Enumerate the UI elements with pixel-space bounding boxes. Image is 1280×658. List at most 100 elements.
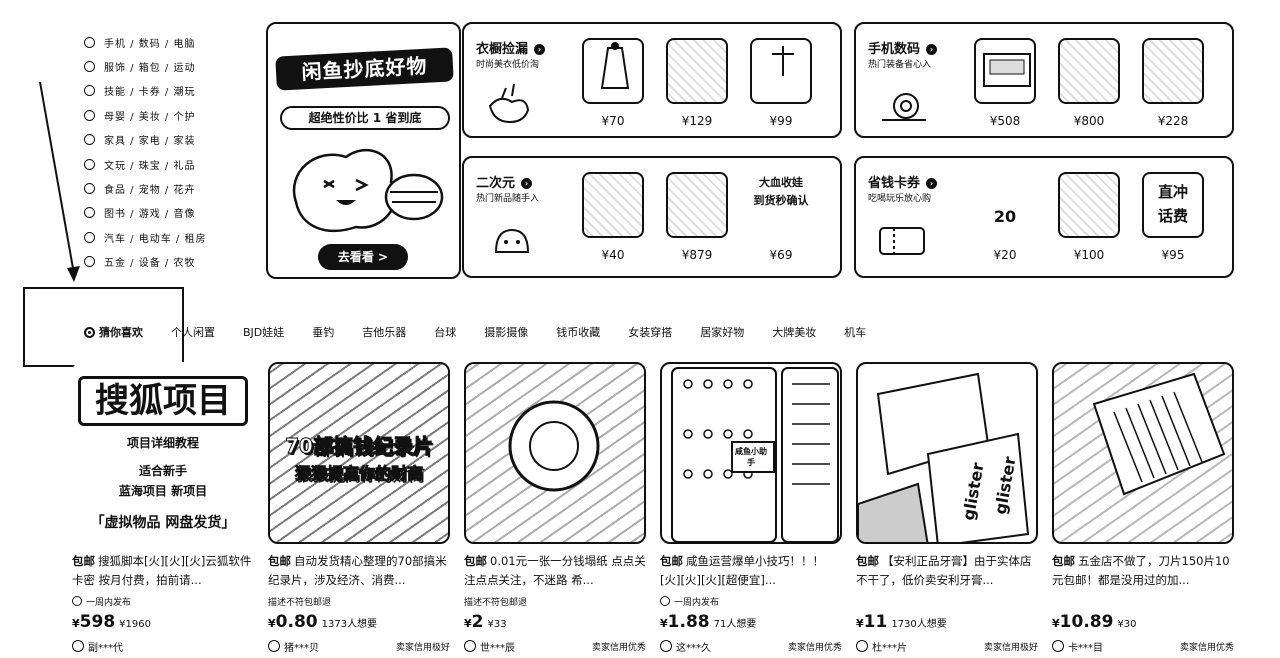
- shipping-tag: 包邮: [72, 554, 95, 568]
- category-card-digital[interactable]: 手机数码 › 热门装备省心入 ¥508 ¥800 ¥228: [854, 22, 1234, 138]
- tab-billiards[interactable]: 台球: [434, 324, 456, 340]
- product-title: 咸鱼运营爆单小技巧！！！[火][火][火][超便宜]...: [660, 554, 824, 587]
- product-card[interactable]: glister glister 包邮 【安利正品牙膏】由于实体店不干了，低价卖安利…: [856, 362, 1038, 654]
- thumb-label: 直冲 话费: [1157, 183, 1188, 225]
- product-thumb[interactable]: 大血收娃 到货秒确认 ¥69: [750, 172, 812, 262]
- category-label[interactable]: 服饰 / 箱包 / 运动: [104, 59, 195, 74]
- category-label[interactable]: 手机 / 数码 / 电脑: [104, 35, 195, 50]
- banner-subtitle: 超绝性价比 1 省到底: [280, 106, 450, 130]
- category-label[interactable]: 汽车 / 电动车 / 租房: [104, 230, 206, 245]
- product-thumb[interactable]: ¥879: [666, 172, 728, 262]
- product-card[interactable]: 咸鱼小助手 包邮 咸鱼运营爆单小技巧！！！[火][火][火][超便宜]... 一周…: [660, 362, 842, 654]
- home-icon: [84, 134, 95, 146]
- tab-beauty[interactable]: 大牌美妆: [772, 324, 816, 340]
- category-row[interactable]: 食品 / 宠物 / 花卉: [84, 176, 254, 200]
- tab-motorcycle[interactable]: 机车: [844, 324, 866, 340]
- banner-button[interactable]: 去看看 >: [318, 244, 408, 270]
- product-meta: 描述不符包邮退: [268, 597, 332, 608]
- product-price: 0.80: [275, 612, 318, 632]
- car-icon: [84, 231, 95, 243]
- product-title: 【安利正品牙膏】由于实体店不干了，低价卖安利牙膏...: [856, 554, 1032, 587]
- thumb-price: ¥129: [681, 114, 713, 128]
- product-wants: 1373人想要: [321, 619, 378, 630]
- ticket-icon: [879, 227, 925, 255]
- category-row[interactable]: 母婴 / 美妆 / 个护: [84, 103, 254, 127]
- product-thumb[interactable]: ¥129: [666, 38, 728, 128]
- tab-home-goods[interactable]: 居家好物: [700, 324, 744, 340]
- tab-bjd[interactable]: BJD娃娃: [243, 324, 284, 340]
- category-label[interactable]: 技能 / 卡券 / 潮玩: [104, 83, 195, 98]
- thumb-price: ¥508: [989, 114, 1021, 128]
- seller-name[interactable]: 卡***目: [1068, 639, 1180, 654]
- thumb-image: [1142, 38, 1204, 104]
- category-row[interactable]: 手机 / 数码 / 电脑: [84, 30, 254, 54]
- category-row[interactable]: 图书 / 游戏 / 音像: [84, 201, 254, 225]
- card-subtitle: 热门新品随手入: [476, 194, 540, 204]
- product-card[interactable]: 包邮 五金店不做了，刀片150片10元包邮！都是没用过的加... ¥10.89 ¥3…: [1052, 362, 1234, 654]
- thumb-image: [974, 38, 1036, 104]
- category-label[interactable]: 文玩 / 珠宝 / 礼品: [104, 157, 195, 172]
- category-label[interactable]: 家具 / 家电 / 家装: [104, 132, 195, 147]
- food-icon: [84, 183, 95, 195]
- shipping-tag: 包邮: [268, 554, 291, 568]
- product-thumb[interactable]: ¥800: [1058, 38, 1120, 128]
- card-title: 衣橱捡漏: [476, 42, 529, 57]
- image-text: 咸鱼小助手: [735, 447, 767, 467]
- category-row[interactable]: 技能 / 卡券 / 潮玩: [84, 79, 254, 103]
- category-card-wardrobe[interactable]: 衣橱捡漏 › 时尚美衣低价淘 ¥70 ¥129 ¥99: [462, 22, 842, 138]
- seller-credit: 卖家信用优秀: [591, 642, 646, 653]
- seller-name[interactable]: 猪***贝: [284, 639, 396, 654]
- image-text: 适合新手: [138, 464, 187, 478]
- category-row[interactable]: 汽车 / 电动车 / 租房: [84, 225, 254, 249]
- tool-icon: [84, 256, 95, 268]
- product-card[interactable]: 搜狐项目 项目详细教程 适合新手 蓝海项目 新项目 「虚拟物品 网盘发货」 包邮…: [72, 362, 254, 654]
- mascot-illustration: [292, 148, 444, 232]
- product-thumb[interactable]: 20 ¥20: [974, 172, 1036, 262]
- category-label[interactable]: 五金 / 设备 / 农牧: [104, 254, 195, 269]
- avatar: [268, 640, 280, 652]
- category-row[interactable]: 文玩 / 珠宝 / 礼品: [84, 152, 254, 176]
- thumb-image: 20: [974, 172, 1036, 238]
- shipping-tag: 包邮: [464, 554, 487, 568]
- category-row[interactable]: 家具 / 家电 / 家装: [84, 128, 254, 152]
- product-thumb[interactable]: ¥70: [582, 38, 644, 128]
- tab-guitar[interactable]: 吉他乐器: [362, 324, 406, 340]
- seller-credit: 卖家信用优秀: [1179, 642, 1234, 653]
- thumb-price: ¥228: [1157, 114, 1189, 128]
- tab-photography[interactable]: 摄影摄像: [484, 324, 528, 340]
- book-icon: [84, 207, 95, 219]
- seller-credit: 卖家信用优秀: [787, 642, 842, 653]
- tab-women-fashion[interactable]: 女装穿搭: [628, 324, 672, 340]
- category-label[interactable]: 母婴 / 美妆 / 个护: [104, 108, 195, 123]
- product-thumb[interactable]: 直冲 话费 ¥95: [1142, 172, 1204, 262]
- category-card-anime[interactable]: 二次元 › 热门新品随手入 ¥40 ¥879 大血收娃 到货秒确认 ¥69: [462, 156, 842, 278]
- product-thumb[interactable]: ¥228: [1142, 38, 1204, 128]
- product-wants: 1730人想要: [891, 619, 947, 630]
- tab-guess-you-like[interactable]: 猜你喜欢: [84, 324, 143, 340]
- seller-name[interactable]: 世***辰: [480, 639, 592, 654]
- tab-fishing[interactable]: 垂钓: [312, 324, 334, 340]
- category-label[interactable]: 图书 / 游戏 / 音像: [104, 205, 195, 220]
- product-title: 自动发货精心整理的70部搞米纪录片，涉及经济、消费...: [268, 554, 447, 587]
- category-menu: 手机 / 数码 / 电脑 服饰 / 箱包 / 运动 技能 / 卡券 / 潮玩 母…: [84, 30, 254, 274]
- category-label[interactable]: 食品 / 宠物 / 花卉: [104, 181, 195, 196]
- promo-banner[interactable]: 闲鱼抄底好物 超绝性价比 1 省到底 去看看 >: [266, 22, 461, 279]
- product-thumb[interactable]: ¥99: [750, 38, 812, 128]
- category-row[interactable]: 服饰 / 箱包 / 运动: [84, 54, 254, 78]
- category-row[interactable]: 五金 / 设备 / 农牧: [84, 250, 254, 274]
- product-image: 搜狐项目 项目详细教程 适合新手 蓝海项目 新项目 「虚拟物品 网盘发货」: [72, 362, 254, 544]
- product-card[interactable]: 70部搞钱纪录片 狠狠提高你的财商 包邮 自动发货精心整理的70部搞米纪录片，涉及…: [268, 362, 450, 654]
- thumb-image: [582, 172, 644, 238]
- arrow-icon: ›: [521, 178, 533, 189]
- thumb-image: [1058, 172, 1120, 238]
- tab-personal-idle[interactable]: 个人闲置: [171, 324, 215, 340]
- product-thumb[interactable]: ¥40: [582, 172, 644, 262]
- product-thumb[interactable]: ¥508: [974, 38, 1036, 128]
- seller-name[interactable]: 这***久: [676, 639, 788, 654]
- product-thumb[interactable]: ¥100: [1058, 172, 1120, 262]
- seller-name[interactable]: 杜***片: [872, 639, 984, 654]
- seller-name[interactable]: 副***代: [88, 639, 254, 654]
- tab-coins[interactable]: 钱币收藏: [556, 324, 600, 340]
- product-card[interactable]: 包邮 0.01元一张一分钱塌纸 点点关注点点关注，不迷路 希... 描述不符包邮退…: [464, 362, 646, 654]
- category-card-coupons[interactable]: 省钱卡券 › 吃喝玩乐放心购 20 ¥20 ¥100 直冲 话费 ¥95: [854, 156, 1234, 278]
